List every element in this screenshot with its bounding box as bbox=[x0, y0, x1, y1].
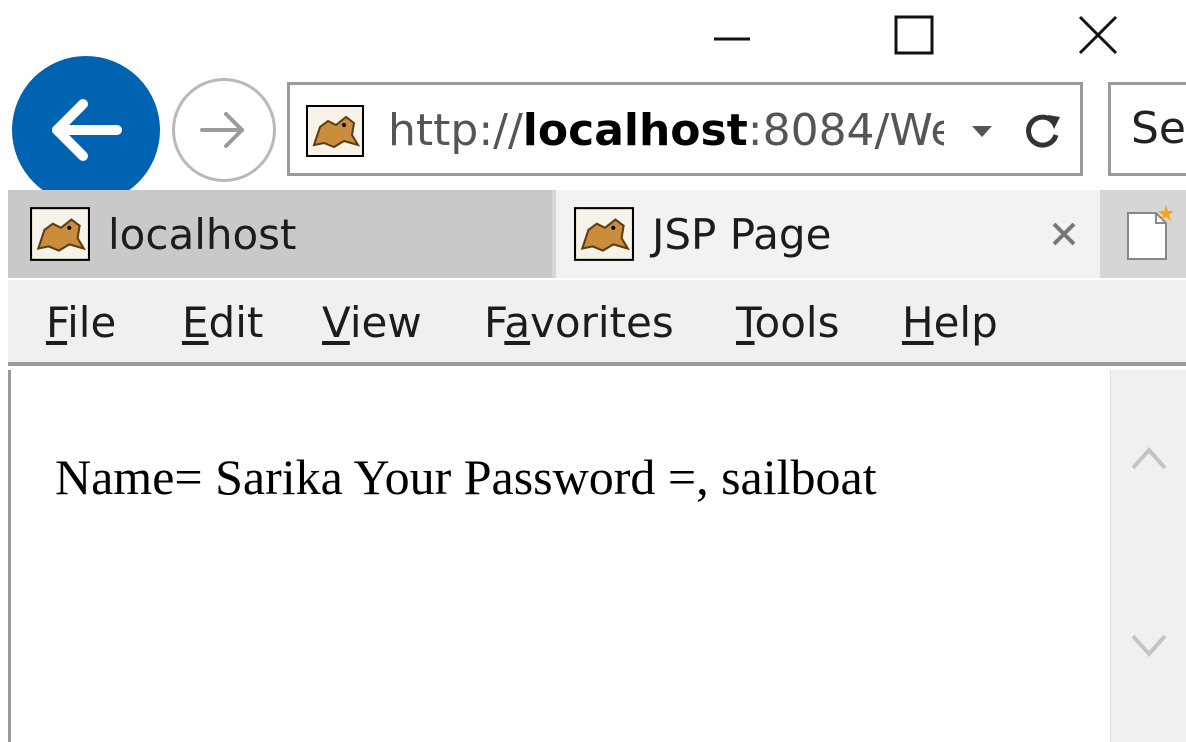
tab-close-button[interactable] bbox=[1042, 212, 1086, 256]
back-button[interactable] bbox=[12, 56, 160, 204]
tomcat-favicon-icon bbox=[30, 207, 90, 261]
minimize-icon bbox=[714, 37, 750, 41]
scroll-down-button[interactable] bbox=[1119, 616, 1179, 676]
tomcat-favicon-icon bbox=[306, 105, 364, 161]
refresh-button[interactable] bbox=[1014, 105, 1070, 157]
menu-label: View bbox=[322, 298, 422, 347]
menu-label: Favorites bbox=[484, 298, 674, 347]
chevron-down-icon bbox=[972, 126, 992, 137]
new-tab-icon bbox=[1127, 205, 1174, 260]
maximize-icon bbox=[894, 15, 934, 55]
tab-label: localhost bbox=[108, 209, 297, 259]
chevron-up-icon bbox=[1131, 446, 1167, 470]
menu-label: Edit bbox=[182, 298, 264, 347]
page-content: Name= Sarika Your Password =, sailboat bbox=[8, 370, 1110, 742]
tab-jsp-page[interactable]: JSP Page bbox=[556, 190, 1100, 278]
menu-view[interactable]: View bbox=[322, 298, 422, 348]
address-dropdown-button[interactable] bbox=[960, 109, 1004, 153]
tab-strip: localhost JSP Page bbox=[8, 190, 1186, 278]
maximize-button[interactable] bbox=[884, 10, 944, 60]
tab-localhost[interactable]: localhost bbox=[8, 190, 552, 278]
menu-bar: File Edit View Favorites Tools Help bbox=[8, 280, 1186, 366]
menu-edit[interactable]: Edit bbox=[182, 298, 263, 348]
url-prefix: http:// bbox=[388, 105, 523, 156]
url-rest: :8084/Web bbox=[747, 105, 944, 156]
tab-label: JSP Page bbox=[652, 209, 832, 259]
chevron-down-icon bbox=[1131, 634, 1167, 658]
search-input[interactable]: Se bbox=[1108, 82, 1186, 176]
url-text[interactable]: http://localhost:8084/Web bbox=[388, 105, 944, 157]
vertical-scrollbar[interactable] bbox=[1110, 370, 1186, 742]
tomcat-favicon-icon bbox=[574, 207, 634, 261]
minimize-button[interactable] bbox=[702, 10, 762, 60]
menu-tools[interactable]: Tools bbox=[736, 298, 839, 348]
close-icon bbox=[1078, 15, 1118, 55]
menu-help[interactable]: Help bbox=[902, 298, 998, 348]
refresh-icon bbox=[1026, 114, 1060, 148]
address-bar[interactable]: http://localhost:8084/Web bbox=[287, 82, 1083, 176]
new-tab-button[interactable] bbox=[1104, 190, 1186, 278]
arrow-left-icon bbox=[52, 99, 122, 161]
close-window-button[interactable] bbox=[1068, 10, 1128, 60]
arrow-right-icon bbox=[200, 112, 244, 148]
menu-favorites[interactable]: Favorites bbox=[484, 298, 674, 348]
forward-button[interactable] bbox=[172, 78, 276, 182]
page-body-text: Name= Sarika Your Password =, sailboat bbox=[55, 449, 877, 505]
menu-label: Help bbox=[902, 298, 998, 347]
search-placeholder: Se bbox=[1131, 103, 1186, 154]
menu-file[interactable]: File bbox=[46, 298, 116, 348]
menu-label: Tools bbox=[736, 298, 840, 347]
menu-label: File bbox=[46, 298, 117, 347]
scroll-up-button[interactable] bbox=[1119, 428, 1179, 488]
close-icon bbox=[1052, 222, 1076, 246]
url-host: localhost bbox=[522, 105, 748, 156]
